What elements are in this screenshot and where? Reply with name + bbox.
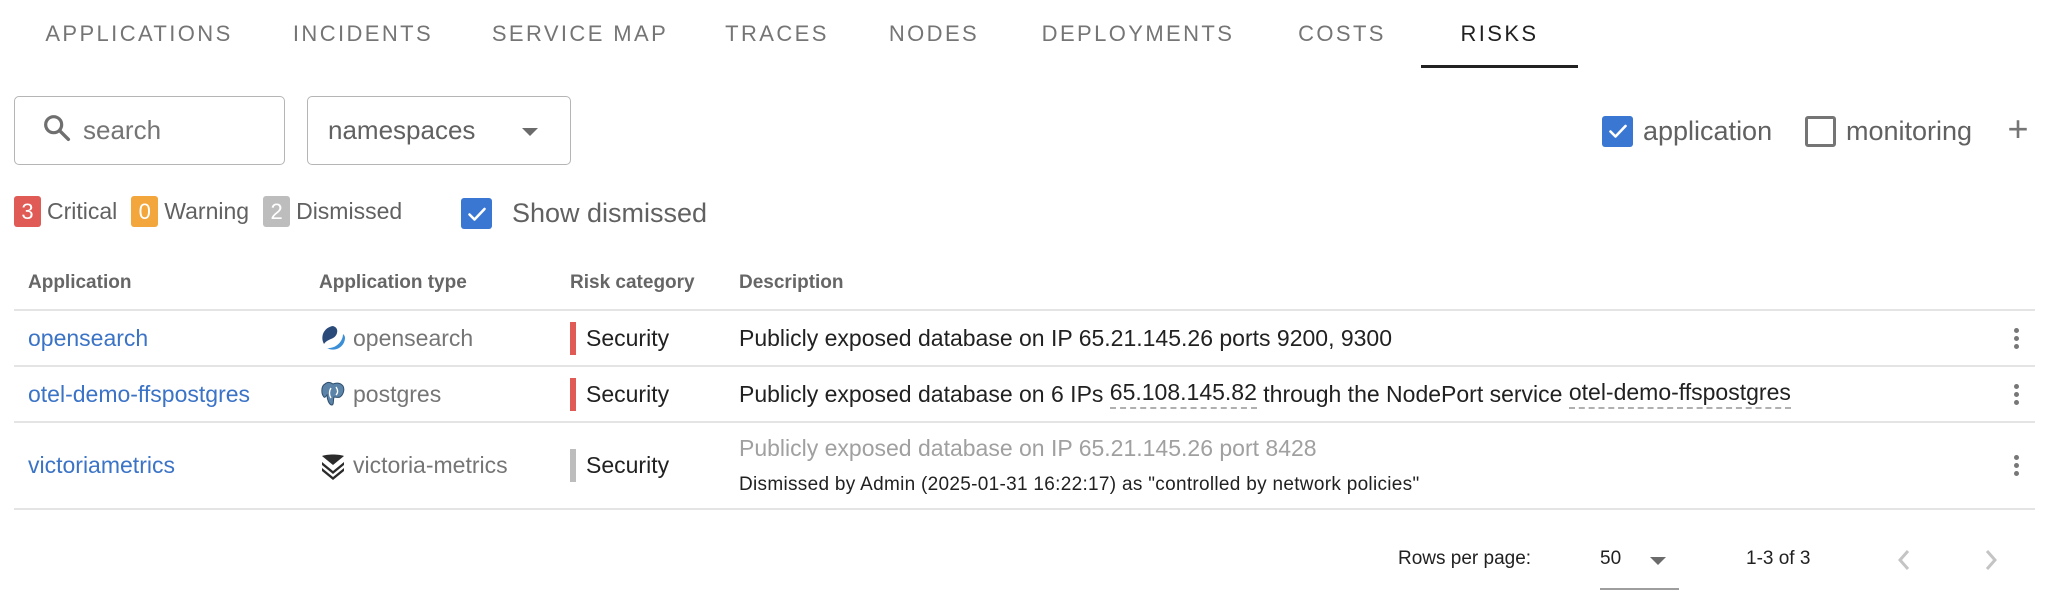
more-vert-icon bbox=[2013, 326, 2019, 350]
tab-label: INCIDENTS bbox=[292, 21, 434, 46]
row-actions-button[interactable] bbox=[2004, 367, 2028, 421]
row-actions-button[interactable] bbox=[2004, 423, 2028, 508]
application-label: application bbox=[1643, 115, 1773, 146]
table-header: Application Application type Risk catego… bbox=[14, 258, 2035, 311]
chevron-left-icon bbox=[1897, 550, 1910, 570]
severity-indicator bbox=[570, 321, 576, 355]
table-row: victoriametrics victoria-metrics Securit… bbox=[14, 423, 2035, 510]
risk-category-label: Security bbox=[586, 452, 670, 478]
application-type-label: opensearch bbox=[353, 324, 474, 351]
risk-category: Security bbox=[570, 423, 669, 508]
description-text: through the NodePort service bbox=[1256, 380, 1569, 407]
victoria-metrics-icon bbox=[319, 452, 347, 480]
application-link[interactable]: otel-demo-ffspostgres bbox=[28, 367, 250, 421]
tab-nodes[interactable]: NODES bbox=[862, 0, 1006, 68]
table-row: otel-demo-ffspostgres postgres Security … bbox=[14, 367, 2035, 423]
risk-category: Security bbox=[570, 367, 669, 421]
tab-label: TRACES bbox=[725, 21, 829, 46]
check-icon bbox=[1608, 124, 1627, 138]
tab-label: NODES bbox=[888, 21, 980, 46]
namespaces-select[interactable]: namespaces bbox=[307, 96, 571, 165]
risk-category-label: Security bbox=[586, 324, 670, 351]
add-category-button[interactable]: + bbox=[2005, 111, 2031, 147]
ip-list-link[interactable]: 65.108.145.82 bbox=[1109, 379, 1257, 409]
tab-label: RISKS bbox=[1460, 21, 1539, 46]
tab-risks[interactable]: RISKS bbox=[1421, 0, 1578, 68]
tab-incidents[interactable]: INCIDENTS bbox=[266, 0, 460, 68]
dismissal-note: Dismissed by Admin (2025-01-31 16:22:17)… bbox=[739, 474, 1420, 495]
monitoring-label: monitoring bbox=[1846, 115, 1973, 146]
risk-category-label: Security bbox=[586, 380, 670, 407]
more-vert-icon bbox=[2013, 382, 2019, 406]
risk-category: Security bbox=[570, 311, 669, 365]
table-pagination: Rows per page: 50 1-3 of 3 bbox=[0, 540, 2048, 590]
show-dismissed-label: Show dismissed bbox=[512, 198, 708, 228]
column-header-description[interactable]: Description bbox=[739, 272, 844, 294]
row-actions-button[interactable] bbox=[2004, 311, 2028, 365]
description-text: Publicly exposed database on 6 IPs bbox=[739, 380, 1110, 407]
severity-indicator bbox=[570, 377, 576, 411]
next-page-button[interactable] bbox=[1976, 544, 2006, 576]
tab-traces[interactable]: TRACES bbox=[700, 0, 854, 68]
search-input[interactable] bbox=[83, 115, 263, 146]
dismissed-count-badge: 2 bbox=[263, 196, 291, 227]
application-type: victoria-metrics bbox=[319, 423, 508, 508]
show-dismissed-checkbox[interactable] bbox=[461, 198, 492, 229]
application-link[interactable]: victoriametrics bbox=[28, 423, 175, 508]
tab-deployments[interactable]: DEPLOYMENTS bbox=[1014, 0, 1262, 68]
warning-count-badge: 0 bbox=[131, 196, 159, 227]
monitoring-checkbox[interactable] bbox=[1805, 115, 1836, 147]
chevron-down-icon bbox=[1650, 557, 1666, 565]
risks-table: Application Application type Risk catego… bbox=[14, 258, 2035, 510]
dismissed-description: Publicly exposed database on IP 65.21.14… bbox=[739, 435, 1317, 461]
application-type: postgres bbox=[319, 367, 441, 421]
application-type: opensearch bbox=[319, 311, 473, 365]
rows-per-page-select[interactable]: 50 bbox=[1600, 542, 1679, 590]
column-header-application[interactable]: Application bbox=[28, 272, 131, 294]
opensearch-icon bbox=[319, 324, 347, 352]
tab-applications[interactable]: APPLICATIONS bbox=[20, 0, 258, 68]
rows-per-page-value: 50 bbox=[1600, 548, 1622, 569]
rows-per-page-label: Rows per page: bbox=[1398, 548, 1532, 569]
tab-label: DEPLOYMENTS bbox=[1041, 21, 1235, 46]
tab-label: COSTS bbox=[1298, 21, 1386, 46]
tab-label: APPLICATIONS bbox=[45, 21, 233, 46]
column-header-risk-category[interactable]: Risk category bbox=[570, 272, 695, 294]
warning-label: Warning bbox=[164, 198, 250, 224]
column-header-application-type[interactable]: Application type bbox=[319, 272, 467, 294]
tab-service-map[interactable]: SERVICE MAP bbox=[468, 0, 692, 68]
previous-page-button[interactable] bbox=[1889, 544, 1919, 576]
chevron-down-icon bbox=[522, 128, 538, 136]
risk-description: Publicly exposed database on 6 IPs 65.10… bbox=[739, 367, 1791, 421]
show-dismissed-toggle[interactable]: Show dismissed bbox=[461, 198, 707, 229]
chevron-right-icon bbox=[1985, 550, 1998, 570]
tab-bar: APPLICATIONS INCIDENTS SERVICE MAP TRACE… bbox=[0, 0, 2048, 68]
page-range: 1-3 of 3 bbox=[1746, 548, 1811, 569]
search-icon bbox=[41, 112, 73, 149]
risk-description: Publicly exposed database on IP 65.21.14… bbox=[739, 324, 1393, 351]
more-vert-icon bbox=[2013, 454, 2019, 478]
application-link[interactable]: opensearch bbox=[28, 311, 148, 365]
risk-description: Publicly exposed database on IP 65.21.14… bbox=[739, 423, 1420, 508]
severity-indicator bbox=[570, 449, 576, 482]
plus-icon: + bbox=[2007, 108, 2029, 149]
critical-count-badge: 3 bbox=[14, 196, 41, 227]
application-type-label: postgres bbox=[353, 380, 442, 407]
search-field[interactable] bbox=[14, 96, 285, 165]
critical-label: Critical bbox=[47, 198, 118, 224]
dismissed-label: Dismissed bbox=[296, 198, 403, 224]
service-link[interactable]: otel-demo-ffspostgres bbox=[1568, 379, 1791, 409]
namespaces-label: namespaces bbox=[328, 115, 476, 145]
category-toggle-monitoring[interactable]: monitoring bbox=[1805, 113, 1972, 149]
postgres-icon bbox=[319, 380, 347, 408]
check-icon bbox=[467, 207, 486, 221]
category-toggle-application[interactable]: application bbox=[1602, 113, 1772, 149]
table-row: opensearch opensearch Security Publicly … bbox=[14, 311, 2035, 367]
application-type-label: victoria-metrics bbox=[353, 452, 508, 478]
risk-status-summary: 3 Critical 0 Warning 2 Dismissed bbox=[14, 196, 416, 227]
tab-label: SERVICE MAP bbox=[491, 21, 669, 46]
application-checkbox[interactable] bbox=[1602, 115, 1633, 147]
active-tab-indicator bbox=[1421, 65, 1578, 68]
tab-costs[interactable]: COSTS bbox=[1270, 0, 1414, 68]
